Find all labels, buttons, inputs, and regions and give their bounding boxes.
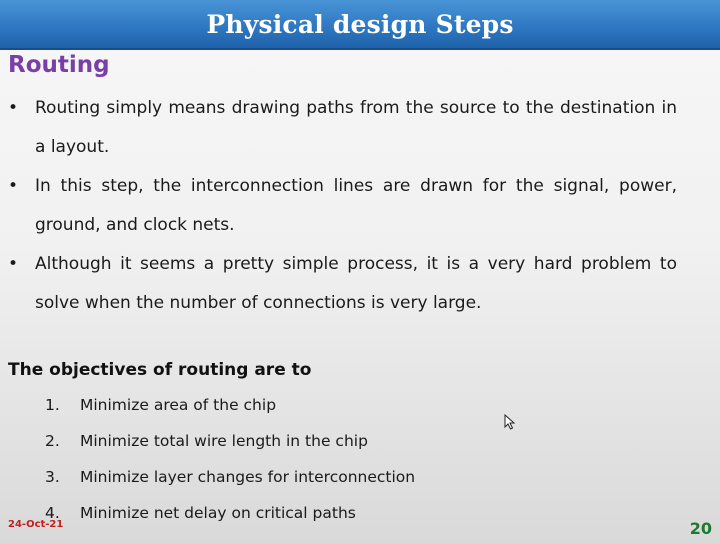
slide-title: Physical design Steps [206, 9, 514, 39]
date-stamp: 24-Oct-21 [8, 519, 64, 530]
bullet-text: Although it seems a pretty simple proces… [35, 254, 677, 313]
section-heading: Routing [8, 52, 110, 78]
bullet-item: • Although it seems a pretty simple proc… [0, 245, 677, 323]
bullet-dot-icon: • [8, 254, 19, 274]
objective-text: Minimize total wire length in the chip [80, 432, 368, 450]
bullet-item: • In this step, the interconnection line… [0, 167, 677, 245]
objective-text: Minimize layer changes for interconnecti… [80, 468, 416, 486]
objective-number: 3. [45, 468, 60, 486]
slide-title-bar: Physical design Steps [0, 0, 720, 50]
objective-number: 1. [45, 396, 60, 414]
objectives-heading: The objectives of routing are to [8, 360, 312, 380]
objective-item: 2. Minimize total wire length in the chi… [0, 430, 720, 466]
bullet-item: • Routing simply means drawing paths fro… [0, 89, 677, 167]
objective-item: 1. Minimize area of the chip [0, 394, 720, 430]
page-number: 20 [689, 519, 712, 538]
objective-number: 2. [45, 432, 60, 450]
objective-text: Minimize net delay on critical paths [80, 504, 356, 522]
mouse-cursor-icon [504, 414, 516, 430]
bullet-text: In this step, the interconnection lines … [35, 176, 677, 235]
bullet-list: • Routing simply means drawing paths fro… [0, 89, 720, 323]
bullet-dot-icon: • [8, 98, 19, 118]
objective-item: 4. Minimize net delay on critical paths [0, 502, 720, 538]
objective-text: Minimize area of the chip [80, 396, 277, 414]
bullet-text: Routing simply means drawing paths from … [35, 98, 677, 157]
objective-item: 3. Minimize layer changes for interconne… [0, 466, 720, 502]
objectives-list: 1. Minimize area of the chip 2. Minimize… [0, 394, 720, 538]
bullet-dot-icon: • [8, 176, 19, 196]
